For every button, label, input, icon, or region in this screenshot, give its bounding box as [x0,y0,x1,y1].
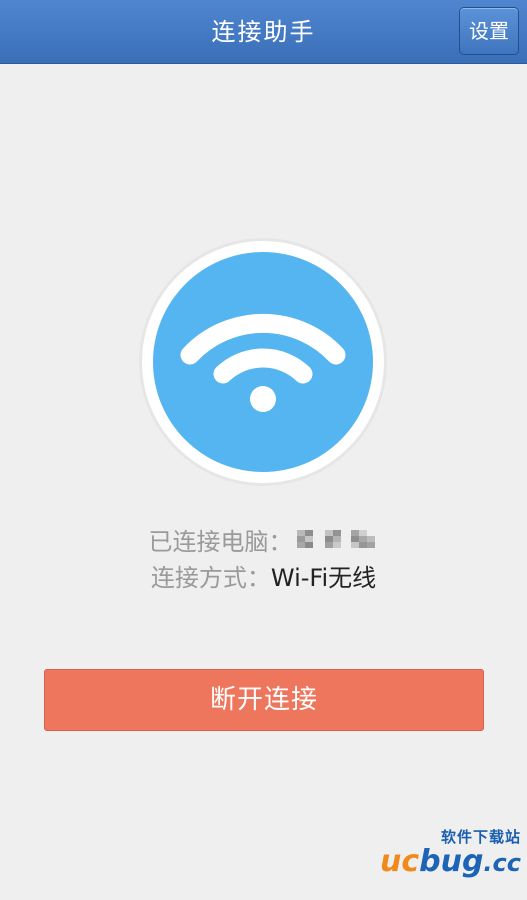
wifi-status-badge [138,237,388,487]
connected-computer-label: 已连接电脑： [148,528,293,556]
watermark-brand-tld: .cc [483,849,521,877]
disconnect-button[interactable]: 断开连接 [44,669,484,731]
ucbug-watermark-logo: 软件下载站 ucbug.cc [331,826,521,886]
watermark-brand: ucbug.cc [380,844,521,879]
connected-computer-row: 已连接电脑： [0,526,527,559]
redacted-computer-name [296,527,379,559]
wifi-icon [139,238,387,486]
title-bar: 连接助手 设置 [0,0,527,64]
settings-button[interactable]: 设置 [459,7,519,55]
watermark-brand-u: u [379,844,402,879]
watermark-brand-c: c [401,844,420,879]
connection-method-value: Wi-Fi无线 [270,564,377,592]
connection-method-row: 连接方式：Wi-Fi无线 [0,562,527,594]
connection-method-label: 连接方式： [150,564,271,592]
watermark-brand-bug: bug [419,844,484,879]
page-title: 连接助手 [211,18,316,46]
